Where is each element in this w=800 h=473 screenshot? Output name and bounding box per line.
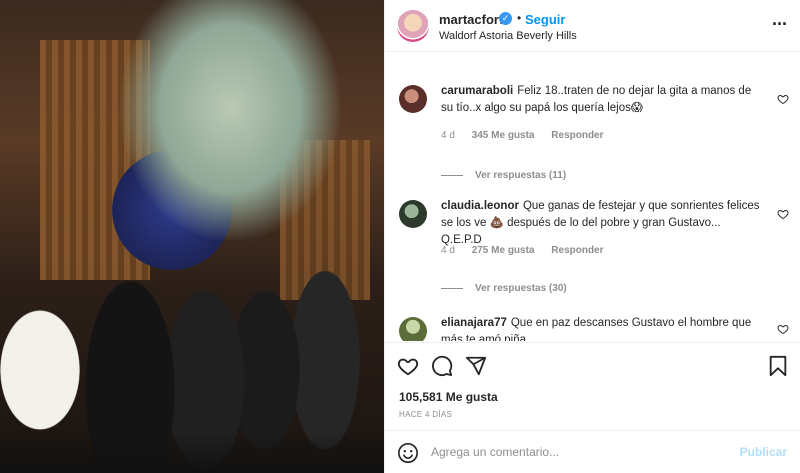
comment-input[interactable] [431, 441, 731, 463]
heart-icon[interactable] [397, 355, 419, 377]
view-replies-label: Ver respuestas (11) [475, 170, 567, 181]
post-header: martacfort ✓ • Seguir Waldorf Astoria Be… [385, 0, 800, 52]
post-username[interactable]: martacfort [439, 12, 503, 27]
publish-comment-button[interactable]: Publicar [740, 445, 787, 459]
view-replies-button[interactable]: Ver respuestas (30) [441, 283, 567, 294]
comment-username[interactable]: carumaraboli [441, 85, 513, 97]
comment-likes[interactable]: 275 Me gusta [472, 245, 535, 256]
reply-button[interactable]: Responder [551, 130, 603, 141]
post-location[interactable]: Waldorf Astoria Beverly Hills [439, 30, 577, 42]
comment-meta: 4 d 345 Me gusta Responder [441, 130, 618, 141]
comment-age: 4 d [441, 130, 455, 141]
post-actions-bar [385, 342, 800, 386]
replies-divider [441, 287, 463, 289]
header-separator: • [517, 11, 522, 25]
view-replies-button[interactable]: Ver respuestas (11) [441, 170, 566, 181]
avatar[interactable] [397, 10, 429, 42]
photo-floor [0, 433, 384, 473]
comment-meta: 4 d 275 Me gusta Responder [441, 245, 618, 256]
comment-body: claudia.leonor Que ganas de festejar y qu… [441, 198, 763, 249]
comment-age: 4 d [441, 245, 455, 256]
share-icon[interactable] [465, 355, 487, 377]
reply-button[interactable]: Responder [551, 245, 603, 256]
comment-username[interactable]: elianajara77 [441, 317, 507, 329]
comment-username[interactable]: claudia.leonor [441, 200, 519, 212]
add-comment-bar: Publicar [385, 430, 800, 473]
verified-badge-icon: ✓ [499, 12, 512, 25]
heart-icon[interactable] [777, 208, 789, 220]
comments-list[interactable]: carumaraboli Feliz 18..traten de no dejar… [385, 53, 800, 341]
emoji-icon[interactable] [397, 442, 419, 464]
photo-statue [120, 0, 340, 240]
heart-icon[interactable] [777, 323, 789, 335]
avatar[interactable] [399, 317, 427, 341]
more-options-icon[interactable]: ··· [772, 14, 788, 35]
post-timestamp[interactable]: HACE 4 DÍAS [399, 410, 452, 419]
post-photo[interactable] [0, 0, 384, 473]
comment-likes[interactable]: 345 Me gusta [472, 130, 535, 141]
comment-body: elianajara77 Que en paz descanses Gustavo… [441, 315, 763, 341]
heart-icon[interactable] [777, 93, 789, 105]
replies-divider [441, 174, 463, 176]
comment-icon[interactable] [431, 355, 453, 377]
likes-count[interactable]: 105,581 Me gusta [399, 390, 498, 404]
post-side-panel: martacfort ✓ • Seguir Waldorf Astoria Be… [384, 0, 800, 473]
avatar[interactable] [399, 85, 427, 113]
comment-body: carumaraboli Feliz 18..traten de no dejar… [441, 83, 763, 117]
follow-button[interactable]: Seguir [525, 12, 565, 27]
view-replies-label: Ver respuestas (30) [475, 283, 567, 294]
avatar[interactable] [399, 200, 427, 228]
bookmark-icon[interactable] [767, 355, 789, 377]
